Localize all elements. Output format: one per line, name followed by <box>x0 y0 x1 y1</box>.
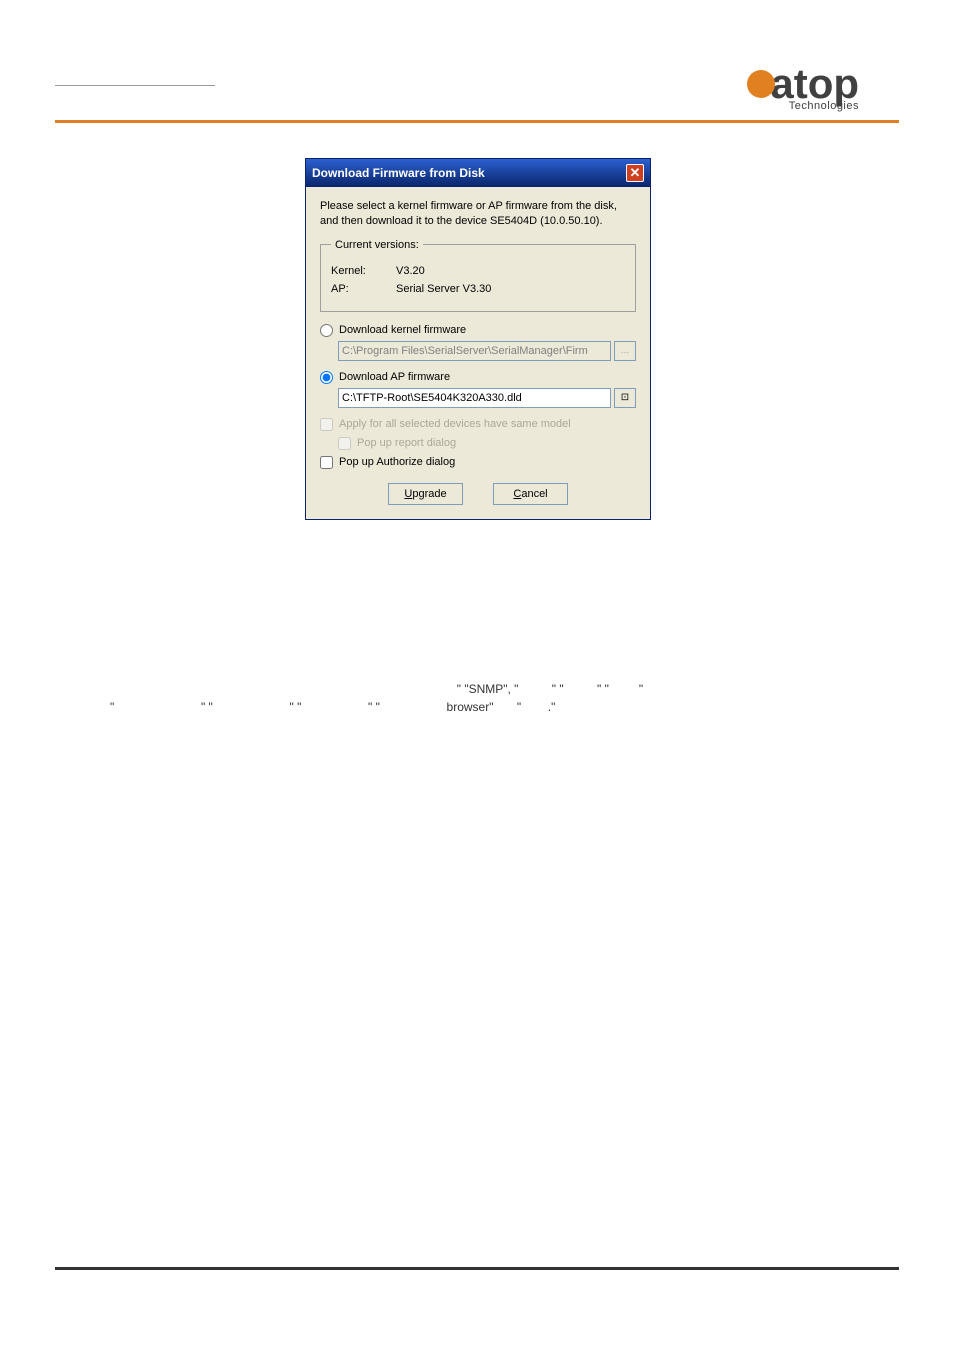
radio-ap-label: Download AP firmware <box>339 371 450 383</box>
ellipsis-icon: ⊡ <box>621 393 629 403</box>
ellipsis-icon: ... <box>621 346 629 356</box>
download-firmware-dialog: Download Firmware from Disk ✕ Please sel… <box>305 158 651 520</box>
browse-kernel-button: ... <box>614 341 636 361</box>
checkbox-popup-auth-label: Pop up Authorize dialog <box>339 456 455 468</box>
ap-value: Serial Server V3.30 <box>396 283 491 295</box>
dialog-title: Download Firmware from Disk <box>312 166 485 180</box>
kernel-path-input <box>338 341 611 361</box>
radio-kernel-firmware[interactable]: Download kernel firmware <box>320 324 636 337</box>
kernel-value: V3.20 <box>396 265 425 277</box>
radio-ap-firmware[interactable]: Download AP firmware <box>320 371 636 384</box>
logo-subtext: Technologies <box>789 100 859 112</box>
versions-legend: Current versions: <box>331 239 423 251</box>
checkbox-popup-report-label: Pop up report dialog <box>357 437 456 449</box>
current-versions-group: Current versions: Kernel: V3.20 AP: Seri… <box>320 239 636 312</box>
dialog-titlebar[interactable]: Download Firmware from Disk ✕ <box>306 159 650 187</box>
cancel-button[interactable]: Cancel <box>493 483 568 505</box>
checkbox-popup-report: Pop up report dialog <box>338 437 636 450</box>
dialog-instruction: Please select a kernel firmware or AP fi… <box>320 199 636 229</box>
header-divider <box>55 120 899 123</box>
ap-path-input[interactable] <box>338 388 611 408</box>
radio-ap-input[interactable] <box>320 371 333 384</box>
footer-divider <box>55 1267 899 1270</box>
close-icon[interactable]: ✕ <box>626 164 644 182</box>
checkbox-popup-auth[interactable]: Pop up Authorize dialog <box>320 456 636 469</box>
upgrade-button[interactable]: Upgrade <box>388 483 463 505</box>
checkbox-popup-auth-input[interactable] <box>320 456 333 469</box>
checkbox-apply-all-input <box>320 418 333 431</box>
checkbox-apply-all-label: Apply for all selected devices have same… <box>339 418 571 430</box>
kernel-label: Kernel: <box>331 265 396 277</box>
page-body-text: " "SNMP", " " " " " " " " " " " " " brow… <box>110 680 844 716</box>
checkbox-apply-all: Apply for all selected devices have same… <box>320 418 636 431</box>
radio-kernel-input[interactable] <box>320 324 333 337</box>
browse-ap-button[interactable]: ⊡ <box>614 388 636 408</box>
ap-label: AP: <box>331 283 396 295</box>
checkbox-popup-report-input <box>338 437 351 450</box>
radio-kernel-label: Download kernel firmware <box>339 324 466 336</box>
